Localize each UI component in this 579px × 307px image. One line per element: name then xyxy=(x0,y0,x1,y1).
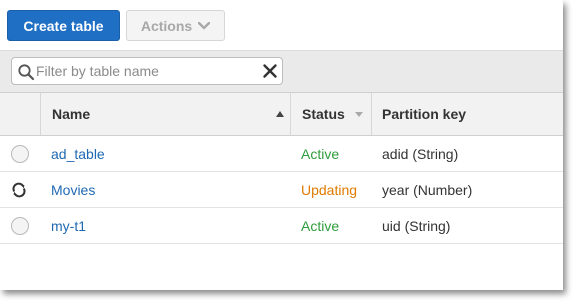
filter-box xyxy=(11,57,283,85)
column-divider xyxy=(371,93,372,135)
sort-descending-icon[interactable] xyxy=(355,112,363,117)
chevron-down-icon xyxy=(198,21,211,29)
row-select-radio[interactable] xyxy=(11,145,29,163)
status-text: Updating xyxy=(301,182,358,198)
table-header: Name Status Partition key xyxy=(0,93,563,136)
table-name-link[interactable]: ad_table xyxy=(51,136,105,171)
partition-key-text: year (Number) xyxy=(382,182,473,198)
table-row[interactable]: Movies Updating year (Number) xyxy=(0,172,563,208)
column-divider xyxy=(40,93,41,135)
partition-key-text: uid (String) xyxy=(382,218,451,234)
create-table-label: Create table xyxy=(23,17,104,34)
status-text: Active xyxy=(301,218,340,234)
table-row[interactable]: my-t1 Active uid (String) xyxy=(0,208,563,244)
row-select-radio[interactable] xyxy=(11,217,29,235)
search-icon xyxy=(18,64,35,81)
sort-ascending-icon[interactable] xyxy=(276,111,284,117)
column-divider xyxy=(290,93,291,135)
table-row[interactable]: ad_table Active adid (String) xyxy=(0,136,563,172)
tables-panel: Create table Actions Name xyxy=(0,0,563,290)
status-text: Active xyxy=(301,146,340,162)
column-header-partition-key[interactable]: Partition key xyxy=(382,93,466,135)
actions-label: Actions xyxy=(140,17,193,34)
table-name-link[interactable]: my-t1 xyxy=(51,208,86,243)
close-icon[interactable] xyxy=(262,63,278,79)
filter-bar xyxy=(0,50,563,93)
partition-key-text: adid (String) xyxy=(382,146,459,162)
filter-table-name-input[interactable] xyxy=(36,61,256,81)
table-name-link[interactable]: Movies xyxy=(51,172,95,207)
toolbar: Create table Actions xyxy=(0,0,563,50)
refresh-icon xyxy=(12,182,26,198)
column-header-name[interactable]: Name xyxy=(52,93,90,135)
column-header-status[interactable]: Status xyxy=(302,93,345,135)
create-table-button[interactable]: Create table xyxy=(7,10,120,41)
actions-button[interactable]: Actions xyxy=(126,10,225,41)
